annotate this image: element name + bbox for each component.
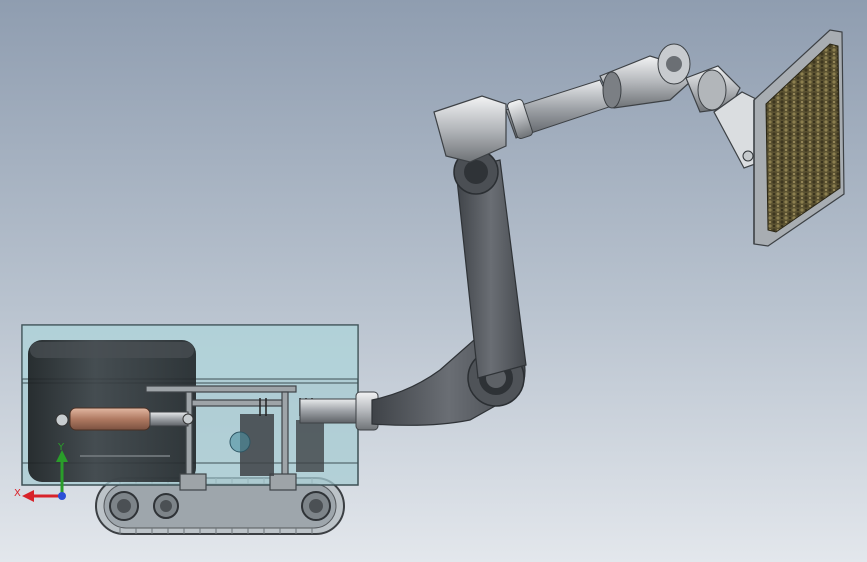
cad-viewport[interactable]: Y X	[0, 0, 867, 562]
z-axis-origin	[58, 492, 66, 500]
y-axis-label: Y	[57, 442, 65, 453]
track-wheel	[153, 493, 179, 519]
track-wheel	[109, 491, 139, 521]
crawler-track	[95, 477, 345, 535]
x-axis-label: X	[14, 488, 21, 499]
track-wheel	[301, 491, 331, 521]
tool-mount-bolt	[742, 150, 754, 162]
